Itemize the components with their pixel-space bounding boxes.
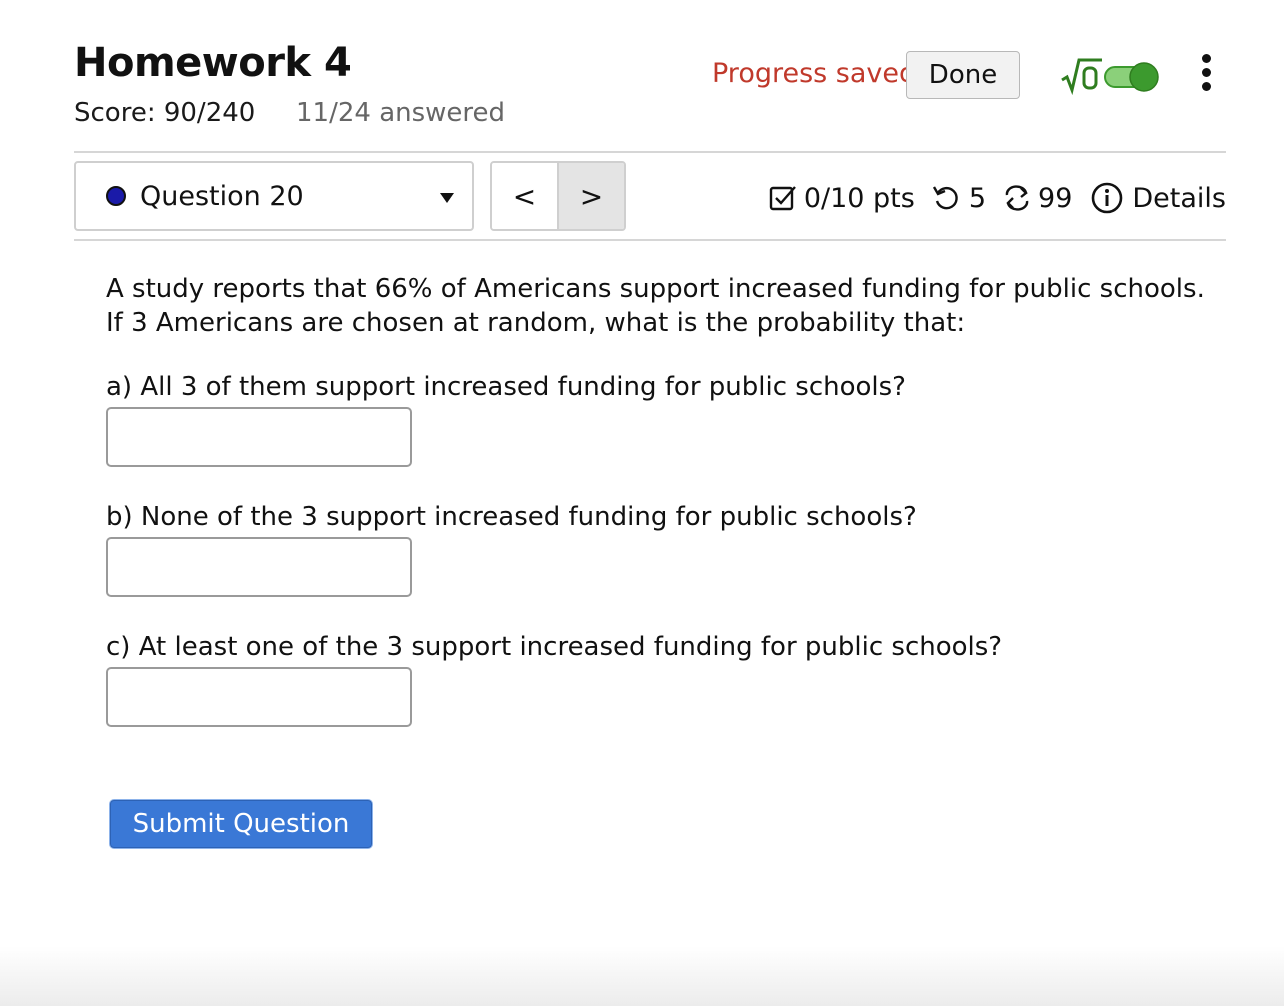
question-selector-label: Question 20 [140,181,304,212]
retries-indicator: 5 [931,183,986,214]
answered-count: 11/24 answered [296,98,506,128]
question-pager: < > [490,161,626,231]
retry-icon [932,186,958,210]
question-stem-line-2: If 3 Americans are chosen at random, wha… [106,308,966,338]
caret-down-icon [440,193,454,203]
done-button[interactable]: Done [906,51,1020,99]
math-toggle-switch[interactable] [1104,62,1162,92]
attempts-icon [1005,185,1029,211]
nav-divider [74,239,1226,241]
question-selector[interactable]: Question 20 [74,161,474,231]
attempts-indicator: 99 [1002,183,1072,214]
header-divider [74,151,1226,153]
next-question-button[interactable]: > [557,163,624,229]
previous-question-button[interactable]: < [492,163,557,229]
retries-text: 5 [968,182,987,214]
progress-saved-status: Progress saved [712,58,917,89]
attempts-text: 99 [1038,182,1073,214]
more-options-icon[interactable] [1196,54,1216,94]
info-icon [1092,182,1123,214]
math-input-icon[interactable] [1060,56,1104,96]
points-indicator: 0/10 pts [768,183,915,214]
submit-question-button[interactable]: Submit Question [110,800,372,848]
question-stem: A study reports that 66% of Americans su… [106,272,1216,340]
score-text: Score: 90/240 [74,98,256,128]
bottom-fade [0,946,1284,1006]
part-b-answer-input[interactable] [106,537,412,597]
part-c-label: c) At least one of the 3 support increas… [106,632,1003,662]
part-c-answer-input[interactable] [106,667,412,727]
question-stem-line-1: A study reports that 66% of Americans su… [106,274,1205,304]
part-a-answer-input[interactable] [106,407,412,467]
details-label[interactable]: Details [1132,183,1226,214]
question-meta: 0/10 pts 5 99 Details [768,178,1226,218]
points-text: 0/10 pts [803,182,915,214]
part-a-label: a) All 3 of them support increased fundi… [106,372,906,402]
question-status-dot [106,186,126,206]
homework-title: Homework 4 [74,40,352,86]
details-link[interactable]: Details [1090,181,1226,215]
part-b-label: b) None of the 3 support increased fundi… [106,502,917,532]
checkbox-icon [769,186,796,211]
